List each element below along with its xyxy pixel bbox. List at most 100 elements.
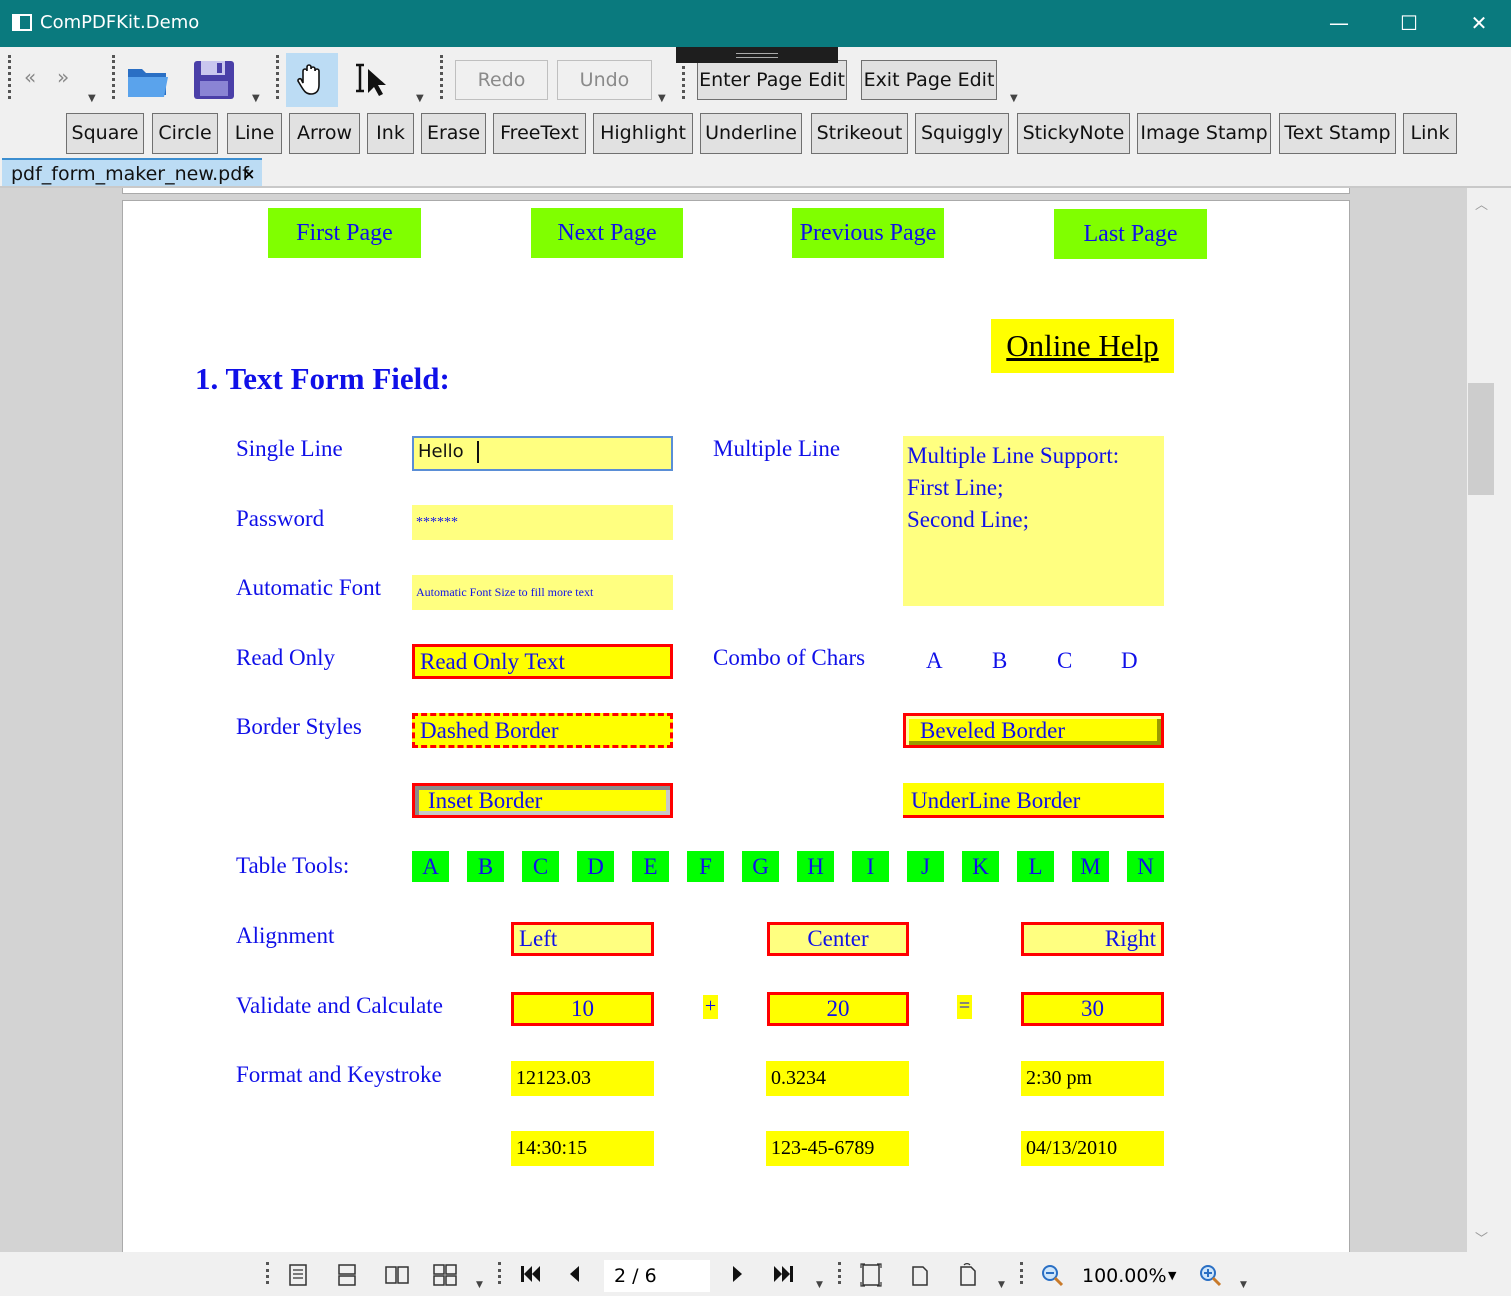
image-stamp-tool-button[interactable]: Image Stamp	[1137, 113, 1271, 154]
rotate-right-icon[interactable]	[956, 1263, 978, 1292]
dashed-border-field[interactable]: Dashed Border	[412, 713, 673, 748]
align-right-field[interactable]: Right	[1021, 922, 1164, 956]
format-time-field[interactable]: 2:30 pm	[1021, 1061, 1164, 1096]
table-tool-e[interactable]: E	[632, 851, 669, 882]
format-number-field[interactable]: 12123.03	[511, 1061, 654, 1096]
single-page-view-icon[interactable]	[288, 1263, 308, 1292]
previous-page-button[interactable]: Previous Page	[792, 208, 944, 258]
double-page-view-icon[interactable]	[384, 1263, 410, 1292]
combo-char-c[interactable]: C	[1057, 648, 1072, 674]
toolbar-grip[interactable]	[498, 1262, 501, 1284]
align-center-field[interactable]: Center	[767, 922, 909, 956]
first-page-icon[interactable]	[518, 1263, 542, 1290]
page-number-input[interactable]: 2 / 6	[604, 1260, 710, 1292]
last-page-button[interactable]: Last Page	[1054, 209, 1207, 259]
hand-tool-icon[interactable]	[286, 53, 338, 107]
strikeout-tool-button[interactable]: Strikeout	[811, 113, 908, 154]
toolbar-grip[interactable]	[8, 55, 11, 99]
ink-tool-button[interactable]: Ink	[367, 113, 414, 154]
text-select-icon[interactable]	[346, 55, 394, 103]
table-tool-l[interactable]: L	[1017, 851, 1054, 882]
inset-border-field[interactable]: Inset Border	[412, 783, 673, 818]
overflow-arrow-icon[interactable]: ▼	[658, 93, 666, 104]
password-field[interactable]: ******	[412, 505, 673, 540]
underline-tool-button[interactable]: Underline	[700, 113, 802, 154]
exit-page-edit-button[interactable]: Exit Page Edit	[861, 60, 997, 100]
freetext-tool-button[interactable]: FreeText	[493, 113, 586, 154]
table-tool-j[interactable]: J	[907, 851, 944, 882]
close-tab-icon[interactable]: ×	[240, 165, 258, 183]
chevron-down-icon[interactable]: ▼	[1168, 1260, 1176, 1292]
overflow-arrow-icon[interactable]: ▼	[1010, 93, 1018, 104]
undo-button[interactable]: Undo	[557, 60, 652, 100]
redo-button[interactable]: Redo	[455, 60, 548, 100]
enter-page-edit-button[interactable]: Enter Page Edit	[697, 60, 847, 100]
square-tool-button[interactable]: Square	[66, 113, 144, 154]
minimize-button[interactable]: —	[1304, 0, 1374, 47]
back-icon[interactable]: «	[24, 65, 36, 89]
erase-tool-button[interactable]: Erase	[421, 113, 486, 154]
table-tool-k[interactable]: K	[962, 851, 999, 882]
table-tool-i[interactable]: I	[852, 851, 889, 882]
overflow-arrow-icon[interactable]: ▼	[1240, 1280, 1247, 1290]
maximize-button[interactable]: ☐	[1374, 0, 1444, 47]
combo-char-d[interactable]: D	[1121, 648, 1138, 674]
table-tool-b[interactable]: B	[467, 851, 504, 882]
double-continuous-view-icon[interactable]	[432, 1263, 458, 1292]
toolbar-grip[interactable]	[112, 55, 115, 99]
calc-input-b[interactable]: 20	[767, 992, 909, 1026]
combo-char-b[interactable]: B	[992, 648, 1007, 674]
overflow-arrow-icon[interactable]: ▼	[252, 93, 260, 104]
table-tool-m[interactable]: M	[1072, 851, 1109, 882]
table-tool-n[interactable]: N	[1127, 851, 1164, 882]
overflow-arrow-icon[interactable]: ▼	[476, 1280, 483, 1290]
squiggly-tool-button[interactable]: Squiggly	[915, 113, 1009, 154]
scroll-up-icon[interactable]: ︿	[1475, 194, 1488, 213]
fit-page-icon[interactable]	[860, 1263, 882, 1292]
zoom-level-select[interactable]: 100.00% ▼	[1076, 1260, 1184, 1292]
scroll-thumb[interactable]	[1468, 383, 1494, 495]
table-tool-c[interactable]: C	[522, 851, 559, 882]
document-viewer[interactable]: First Page Next Page Previous Page Last …	[0, 188, 1497, 1252]
toolbar-grip[interactable]	[440, 55, 443, 99]
link-tool-button[interactable]: Link	[1403, 113, 1457, 154]
circle-tool-button[interactable]: Circle	[152, 113, 218, 154]
open-folder-icon[interactable]	[124, 55, 172, 103]
text-stamp-tool-button[interactable]: Text Stamp	[1279, 113, 1396, 154]
overflow-arrow-icon[interactable]: ▼	[88, 93, 96, 104]
format-ssn-field[interactable]: 123-45-6789	[766, 1131, 909, 1166]
tab-pdf-form-maker[interactable]: pdf_form_maker_new.pdf ×	[2, 158, 262, 188]
last-page-icon[interactable]	[772, 1263, 796, 1290]
previous-page-icon[interactable]	[566, 1263, 582, 1290]
vertical-scrollbar[interactable]: ︿ ﹀	[1467, 188, 1497, 1252]
next-page-button[interactable]: Next Page	[531, 208, 683, 258]
automatic-font-field[interactable]: Automatic Font Size to fill more text	[412, 575, 673, 610]
toolbar-grip[interactable]	[838, 1262, 841, 1284]
zoom-in-icon[interactable]	[1198, 1263, 1222, 1292]
multiple-line-field[interactable]: Multiple Line Support: First Line; Secon…	[903, 436, 1164, 606]
rotate-left-icon[interactable]	[908, 1263, 930, 1292]
underline-border-field[interactable]: UnderLine Border	[903, 783, 1164, 818]
continuous-view-icon[interactable]	[336, 1263, 358, 1292]
format-time24-field[interactable]: 14:30:15	[511, 1131, 654, 1166]
single-line-field[interactable]: Hello	[412, 436, 673, 471]
table-tool-h[interactable]: H	[797, 851, 834, 882]
table-tool-f[interactable]: F	[687, 851, 724, 882]
save-icon[interactable]	[190, 55, 238, 103]
arrow-tool-button[interactable]: Arrow	[289, 113, 360, 154]
close-window-button[interactable]: ✕	[1444, 0, 1511, 47]
format-date-field[interactable]: 04/13/2010	[1021, 1131, 1164, 1166]
line-tool-button[interactable]: Line	[227, 113, 282, 154]
format-percent-field[interactable]: 0.3234	[766, 1061, 909, 1096]
overflow-arrow-icon[interactable]: ▼	[416, 93, 424, 104]
calc-input-a[interactable]: 10	[511, 992, 654, 1026]
scroll-down-icon[interactable]: ﹀	[1475, 1228, 1488, 1247]
stickynote-tool-button[interactable]: StickyNote	[1017, 113, 1130, 154]
table-tool-d[interactable]: D	[577, 851, 614, 882]
toolbar-drag-handle[interactable]	[676, 47, 838, 63]
zoom-out-icon[interactable]	[1040, 1263, 1064, 1292]
toolbar-grip[interactable]	[266, 1262, 269, 1284]
toolbar-grip[interactable]	[1020, 1262, 1023, 1284]
beveled-border-field[interactable]: Beveled Border	[903, 713, 1164, 748]
toolbar-grip[interactable]	[276, 55, 279, 99]
